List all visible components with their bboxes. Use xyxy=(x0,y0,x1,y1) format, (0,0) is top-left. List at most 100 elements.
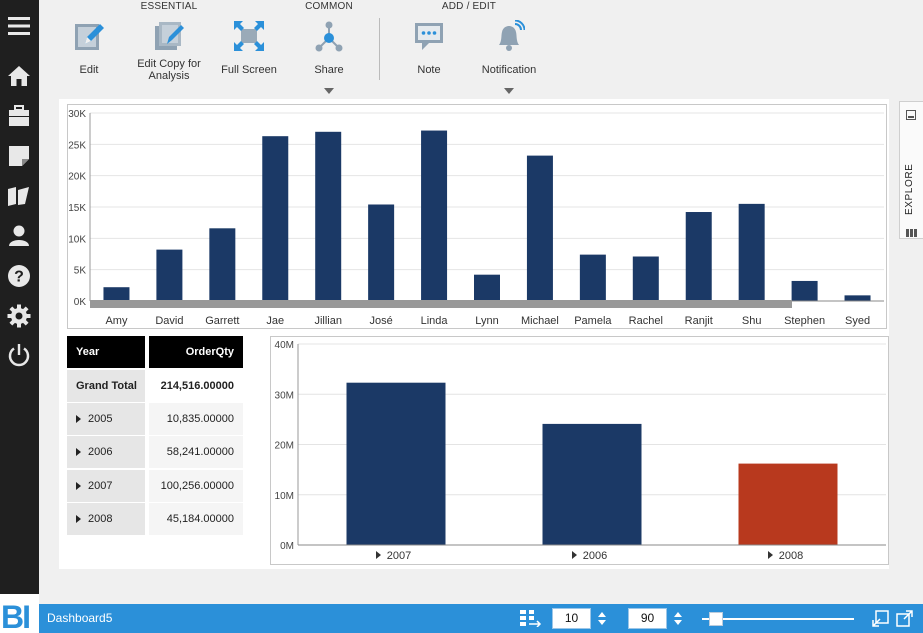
dashboard-name: Dashboard5 xyxy=(47,611,113,625)
share-button[interactable]: Share xyxy=(281,18,377,98)
pivot-row-year[interactable]: 2007 xyxy=(67,470,145,502)
pivot-header-orderqty[interactable]: OrderQty xyxy=(149,336,243,368)
zoom-slider[interactable] xyxy=(702,612,854,626)
x-category-label: Michael xyxy=(521,315,559,327)
expand-triangle-icon[interactable] xyxy=(376,551,381,559)
bar-2008[interactable] xyxy=(738,463,838,545)
expand-triangle-icon[interactable] xyxy=(76,448,81,456)
bar-shu[interactable] xyxy=(738,203,765,301)
power-icon[interactable] xyxy=(7,343,31,367)
expand-triangle-icon[interactable] xyxy=(572,551,577,559)
note-icon xyxy=(413,20,445,52)
pivot-header-year[interactable]: Year xyxy=(67,336,145,368)
help-icon[interactable]: ? xyxy=(7,264,31,288)
note-icon[interactable] xyxy=(7,144,31,168)
pivot-row-year[interactable]: 2006 xyxy=(67,436,145,468)
bar-chart-panel-order-qty-by-person[interactable]: 30K 25K 20K 15K 10K 5K 0K Amy David Garrett Jae Jil… xyxy=(67,104,887,329)
notification-label: Notification xyxy=(481,64,537,76)
x-category-label: Garrett xyxy=(205,315,239,327)
y-tick-label: 10M xyxy=(275,491,294,502)
zoom-spinner-icon[interactable] xyxy=(673,610,683,627)
y-tick-label: 5K xyxy=(74,266,87,277)
pivot-row-year-label: 2006 xyxy=(88,446,113,458)
settings-gear-icon[interactable] xyxy=(7,304,31,328)
zoom-slider-track xyxy=(702,618,854,620)
pivot-row-value: 45,184.00000 xyxy=(149,503,243,535)
share-dropdown-caret-icon[interactable] xyxy=(324,88,334,94)
bar-jae[interactable] xyxy=(262,136,289,301)
pivot-row-year-label: 2005 xyxy=(88,413,113,425)
bar-linda[interactable] xyxy=(421,130,448,301)
bar-2006[interactable] xyxy=(542,423,642,545)
x-category-label: Linda xyxy=(421,315,449,327)
grid-size-spinner-icon[interactable] xyxy=(597,610,607,627)
bar-2007[interactable] xyxy=(346,382,446,545)
bar-david[interactable] xyxy=(156,249,183,301)
data-columns-icon xyxy=(906,224,917,237)
y-tick-label: 0K xyxy=(74,297,87,308)
pivot-row-year[interactable]: 2008 xyxy=(67,503,145,535)
menu-icon[interactable] xyxy=(7,14,31,38)
x-category-label: Syed xyxy=(845,315,870,327)
user-icon[interactable] xyxy=(7,224,31,248)
pivot-row-year-label: 2008 xyxy=(88,513,113,525)
y-tick-label: 20K xyxy=(68,172,86,183)
bi-logo: BI xyxy=(0,594,39,633)
bar-chart-panel-order-qty-by-year[interactable]: 40M 30M 20M 10M 0M 2007 2006 2008 xyxy=(270,336,889,565)
x-category-label: Amy xyxy=(105,315,128,327)
bar-ranjit[interactable] xyxy=(685,212,712,301)
home-icon[interactable] xyxy=(7,64,31,88)
bar-rachel[interactable] xyxy=(632,256,659,301)
bar-pamela[interactable] xyxy=(579,254,606,301)
folder-open-icon[interactable] xyxy=(7,184,31,208)
share-icon xyxy=(313,20,345,52)
expand-triangle-icon[interactable] xyxy=(768,551,773,559)
grid-size-input[interactable]: 10 xyxy=(552,608,591,629)
pivot-row-year-label: 2007 xyxy=(88,480,113,492)
briefcase-icon[interactable] xyxy=(7,104,31,128)
pivot-row-value: 58,241.00000 xyxy=(149,436,243,468)
expand-triangle-icon[interactable] xyxy=(76,415,81,423)
fit-width-icon[interactable] xyxy=(896,610,913,627)
bar-stephen[interactable] xyxy=(791,280,818,301)
expand-triangle-icon[interactable] xyxy=(76,515,81,523)
y-tick-label: 0M xyxy=(280,541,294,552)
bar-josé[interactable] xyxy=(368,204,395,301)
bar-lynn[interactable] xyxy=(474,274,500,301)
pivot-grand-total-value: 214,516.00000 xyxy=(149,370,243,402)
notification-dropdown-caret-icon[interactable] xyxy=(504,88,514,94)
bar-chart-by-year[interactable]: 40M 30M 20M 10M 0M 2007 2006 2008 xyxy=(271,337,890,566)
explore-tab[interactable]: EXPLORE xyxy=(899,101,923,239)
status-bar: Dashboard5 10 90 xyxy=(0,604,923,633)
group-label-common: COMMON xyxy=(305,1,353,12)
bar-syed[interactable] xyxy=(844,295,871,301)
horizontal-scrollbar[interactable] xyxy=(90,300,792,308)
x-category-label: José xyxy=(370,315,393,327)
x-category-label: David xyxy=(155,315,183,327)
zoom-slider-thumb[interactable] xyxy=(709,612,723,626)
bar-amy[interactable] xyxy=(103,287,130,301)
expand-triangle-icon[interactable] xyxy=(76,482,81,490)
explore-tab-label: EXPLORE xyxy=(904,163,915,215)
notification-button[interactable]: Notification xyxy=(461,18,557,98)
pivot-grand-total-label: Grand Total xyxy=(67,370,145,402)
grid-size-icon[interactable] xyxy=(520,609,542,628)
zoom-input[interactable]: 90 xyxy=(628,608,667,629)
group-label-add-edit: ADD / EDIT xyxy=(441,1,497,12)
x-category-label: Shu xyxy=(742,315,762,327)
bar-michael[interactable] xyxy=(526,155,553,301)
y-tick-label: 30M xyxy=(275,390,294,401)
toolbar: ESSENTIAL COMMON ADD / EDIT Edit Edit Co… xyxy=(39,0,923,99)
svg-text:?: ? xyxy=(14,269,24,286)
pivot-table: Year OrderQty Grand Total 214,516.00000 … xyxy=(67,336,247,536)
pivot-row-year[interactable]: 2005 xyxy=(67,403,145,435)
bar-chart-by-person[interactable]: 30K 25K 20K 15K 10K 5K 0K Amy David Garrett Jae Jil… xyxy=(68,105,888,330)
x-category-label: 2006 xyxy=(583,550,607,562)
y-tick-label: 10K xyxy=(68,234,86,245)
bar-garrett[interactable] xyxy=(209,228,236,301)
fit-to-screen-icon[interactable] xyxy=(872,610,889,627)
x-category-label: 2008 xyxy=(779,550,803,562)
pivot-row-value: 10,835.00000 xyxy=(149,403,243,435)
minimize-panel-icon[interactable] xyxy=(906,110,916,120)
bar-jillian[interactable] xyxy=(315,131,342,301)
